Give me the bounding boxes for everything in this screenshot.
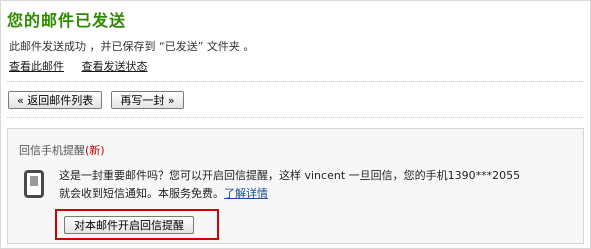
reminder-text-line-1: 这是一封重要邮件吗？您可以开启回信提醒，这样 vincent 一旦回信，您的手机… [59, 169, 521, 182]
back-to-inbox-button[interactable]: « 返回邮件列表 [8, 91, 103, 109]
mail-links: 查看此邮件 查看发送状态 [9, 58, 162, 74]
reply-reminder-title-text: 回信手机提醒 [19, 144, 85, 157]
mail-sent-page: 您的邮件已发送 此邮件发送成功 ，并已保存到 “已发送” 文件夹 。 查看此邮件… [0, 0, 591, 249]
view-send-status-link[interactable]: 查看发送状态 [82, 60, 148, 73]
page-title: 您的邮件已发送 [7, 11, 127, 30]
divider [7, 81, 584, 82]
mobile-phone-icon [24, 170, 44, 198]
new-badge: (新) [85, 144, 105, 157]
view-mail-link[interactable]: 查看此邮件 [9, 60, 64, 73]
reminder-text-line-2: 就会收到短信通知。本服务免费。了解详情 [59, 185, 520, 203]
learn-more-link[interactable]: 了解详情 [224, 187, 268, 200]
send-success-message: 此邮件发送成功 ，并已保存到 “已发送” 文件夹 。 [9, 40, 255, 53]
reply-reminder-panel: 回信手机提醒(新) 这是一封重要邮件吗？您可以开启回信提醒，这样 vincent… [7, 128, 584, 244]
reply-reminder-title: 回信手机提醒(新) [19, 142, 105, 158]
highlight-box: 对本邮件开启回信提醒 [55, 209, 219, 240]
write-another-button[interactable]: 再写一封 » [111, 91, 184, 109]
reply-reminder-description: 这是一封重要邮件吗？您可以开启回信提醒，这样 vincent 一旦回信，您的手机… [59, 167, 520, 203]
reminder-text-line-2-body: 就会收到短信通知。本服务免费。 [59, 187, 224, 200]
action-buttons: « 返回邮件列表 再写一封 » [8, 91, 184, 110]
enable-reply-reminder-button[interactable]: 对本邮件开启回信提醒 [64, 216, 194, 234]
divider [7, 117, 584, 118]
